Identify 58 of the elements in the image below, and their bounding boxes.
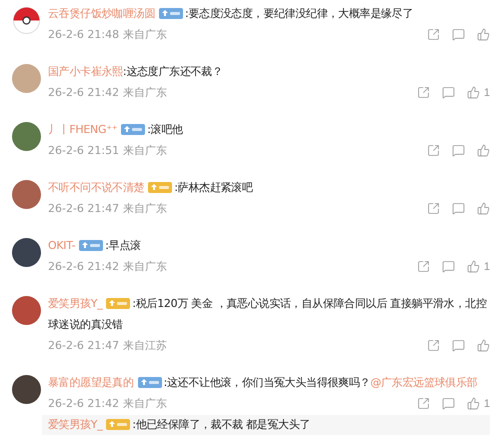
comment-text: 丿丨FHENG⁺⁺ :滚吧他 xyxy=(48,122,184,138)
comment-time: 26-2-6 21:42 xyxy=(48,85,120,101)
comment-text: 国产小卡崔永熙:这态度广东还不裁？ xyxy=(48,64,224,80)
comment-location: 来自广东 xyxy=(123,143,168,159)
reply-text: 爱笑男孩Y_ :他已经保障了，裁不裁 都是冤大头了 xyxy=(42,415,490,435)
comment-location: 来自广东 xyxy=(123,85,168,101)
share-button[interactable] xyxy=(416,260,430,273)
reply-button[interactable] xyxy=(442,86,455,99)
username-link[interactable]: 云吞煲仔饭炒咖喱汤圆 xyxy=(48,7,156,20)
comment-text: OKIT- :早点滚 xyxy=(48,238,142,254)
reply-button[interactable] xyxy=(452,28,465,41)
comment-time: 26-2-6 21:42 xyxy=(48,396,120,412)
comment-text: 不听不问不说不清楚 :萨林杰赶紧滚吧 xyxy=(48,180,254,196)
reply-button[interactable] xyxy=(452,339,465,352)
username-link[interactable]: 爱笑男孩Y_ xyxy=(48,297,102,310)
reply-button[interactable] xyxy=(442,397,455,410)
share-button[interactable] xyxy=(416,86,430,99)
share-button[interactable] xyxy=(427,202,440,215)
username-link[interactable]: 不听不问不说不清楚 xyxy=(48,181,144,194)
comment-location: 来自广东 xyxy=(123,396,168,412)
comment-time: 26-2-6 21:51 xyxy=(48,143,120,159)
username-link[interactable]: 国产小卡崔永熙 xyxy=(48,65,123,78)
reply-button[interactable] xyxy=(442,260,455,273)
comment-text: 暴富的愿望是真的 :这还不让他滚，你们当冤大头当得很爽吗？@广东宏远篮球俱乐部 xyxy=(48,375,478,391)
username-link[interactable]: 爱笑男孩Y_ xyxy=(48,418,102,431)
comment-time: 26-2-6 21:48 xyxy=(48,27,120,43)
comment-location: 来自广东 xyxy=(123,27,168,43)
user-avatar[interactable] xyxy=(12,296,41,325)
share-button[interactable] xyxy=(427,144,440,157)
username-link[interactable]: 暴富的愿望是真的 xyxy=(48,376,134,389)
reply-button[interactable] xyxy=(452,202,465,215)
user-avatar[interactable] xyxy=(12,180,41,209)
username-link[interactable]: 丿丨FHENG⁺⁺ xyxy=(48,123,118,136)
user-avatar[interactable] xyxy=(12,238,41,267)
username-link[interactable]: OKIT- xyxy=(48,239,76,252)
comment-time: 26-2-6 21:42 xyxy=(48,259,120,275)
comment-text: 爱笑男孩Y_ :税后120万 美金 ，真恶心说实话，自从保障合同以后 直接躺平滑水，北控球迷说的真没错 xyxy=(48,296,488,333)
share-button[interactable] xyxy=(416,397,430,410)
comment-location: 来自广东 xyxy=(123,201,168,217)
comment-location: 来自广东 xyxy=(123,259,168,275)
like-button[interactable] xyxy=(477,339,490,352)
comment-time: 26-2-6 21:47 xyxy=(48,338,120,354)
user-avatar[interactable] xyxy=(12,122,41,151)
like-button[interactable] xyxy=(477,202,490,215)
like-button[interactable]: 1 xyxy=(466,397,490,410)
ball-avatar-icon[interactable] xyxy=(12,6,41,35)
like-button[interactable]: 1 xyxy=(466,86,490,99)
like-button[interactable] xyxy=(477,144,490,157)
mention-link[interactable]: @广东宏远篮球俱乐部 xyxy=(370,376,478,389)
share-button[interactable] xyxy=(427,339,440,352)
comment-time: 26-2-6 21:47 xyxy=(48,201,120,217)
comment-location: 来自江苏 xyxy=(123,338,168,354)
user-avatar[interactable] xyxy=(12,375,41,404)
like-button[interactable] xyxy=(477,28,490,41)
reply-button[interactable] xyxy=(452,144,465,157)
comment-text: 云吞煲仔饭炒咖喱汤圆 :要态度没态度，要纪律没纪律，大概率是缘尽了 xyxy=(48,6,414,22)
share-button[interactable] xyxy=(427,28,440,41)
like-button[interactable]: 1 xyxy=(466,260,490,273)
